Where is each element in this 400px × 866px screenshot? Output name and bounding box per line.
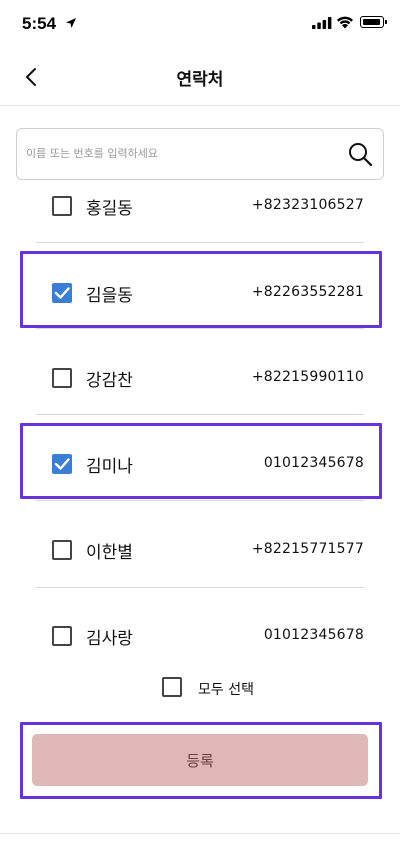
search-input[interactable] [26, 143, 326, 163]
checkmark-icon [54, 287, 70, 299]
status-time: 5:54 [22, 14, 57, 33]
contact-phone: +82215771577 [251, 541, 364, 557]
checkmark-icon [54, 458, 70, 470]
checkbox-checked[interactable] [52, 283, 72, 303]
battery-icon [360, 16, 387, 28]
page-title: 연락처 [176, 70, 224, 90]
divider [36, 587, 364, 588]
location-arrow-icon [66, 18, 76, 28]
checkbox-unchecked[interactable] [52, 368, 72, 388]
divider [0, 833, 400, 834]
search-box [16, 128, 384, 180]
divider [36, 242, 364, 243]
list-item[interactable]: 강감찬 +82215990110 [36, 358, 364, 398]
contact-name: 홍길동 [86, 199, 133, 219]
contact-phone: +82215990110 [251, 369, 364, 385]
list-item[interactable]: 김을동 +82263552281 [36, 273, 364, 313]
checkbox-checked[interactable] [52, 454, 72, 474]
select-all-checkbox[interactable] [162, 677, 182, 697]
wifi-icon [337, 16, 353, 29]
contact-name: 강감찬 [86, 371, 133, 391]
divider [36, 328, 364, 329]
divider [36, 414, 364, 415]
divider [36, 500, 364, 501]
checkbox-unchecked[interactable] [52, 626, 72, 646]
list-item[interactable]: 김미나 01012345678 [36, 444, 364, 484]
list-item[interactable]: 이한별 +82215771577 [36, 530, 364, 570]
checkbox-unchecked[interactable] [52, 540, 72, 560]
list-item[interactable]: 김사랑 01012345678 [36, 616, 364, 656]
checkbox-unchecked[interactable] [52, 196, 72, 216]
status-bar: 5:54 [0, 0, 400, 48]
register-button[interactable]: 등록 [32, 734, 368, 786]
contact-name: 김사랑 [86, 629, 133, 649]
contact-name: 김을동 [86, 286, 133, 306]
contact-phone: 01012345678 [263, 455, 364, 471]
nav-bar: 연락처 [0, 48, 400, 106]
contact-name: 이한별 [86, 543, 133, 563]
search-icon[interactable] [347, 141, 373, 167]
select-all-label: 모두 선택 [198, 682, 254, 698]
contact-phone: +82263552281 [251, 284, 364, 300]
list-item[interactable]: 홍길동 +82323106527 [36, 186, 364, 226]
contact-phone: 01012345678 [263, 627, 364, 643]
signal-icon [312, 17, 332, 29]
contact-phone: +82323106527 [251, 197, 364, 213]
contact-name: 김미나 [86, 457, 133, 477]
